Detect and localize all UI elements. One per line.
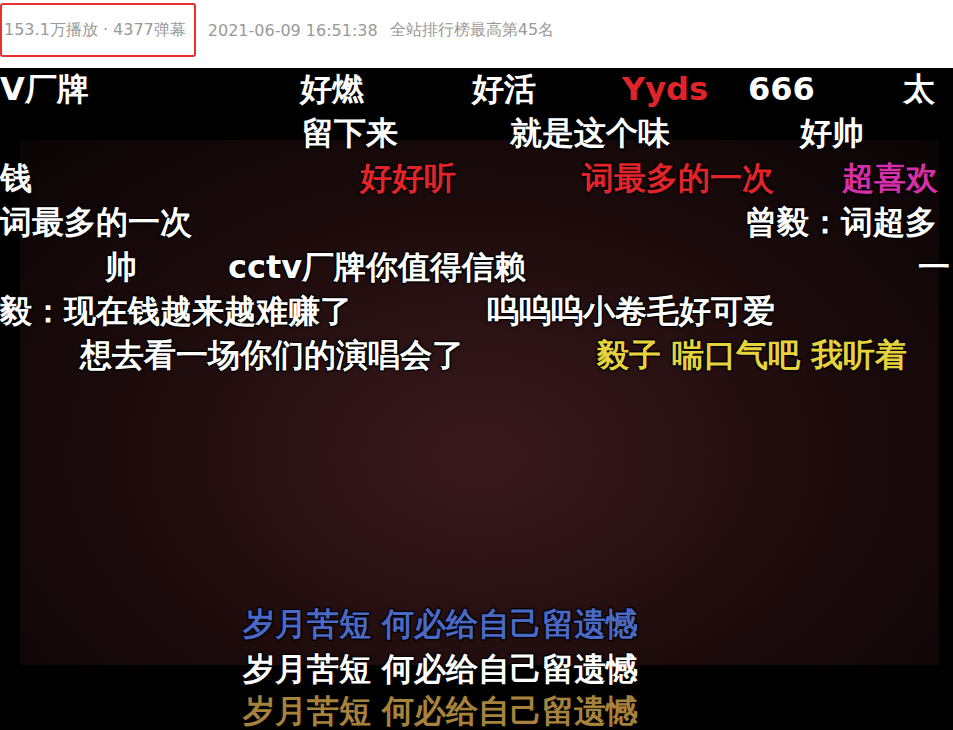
danmaku: 好燃 — [300, 70, 364, 108]
danmaku: cctv厂牌你值得信赖 — [228, 248, 526, 286]
danmaku: 岁月苦短 何必给自己留遗憾 — [243, 692, 638, 730]
danmaku: 就是这个味 — [510, 114, 670, 152]
stats-box: 153.1万播放 · 4377弹幕 — [0, 3, 196, 57]
play-stats: 153.1万播放 · 4377弹幕 — [4, 20, 186, 41]
danmaku: 呜呜呜小卷毛好可爱 — [487, 292, 775, 330]
danmaku: 好帅 — [800, 114, 864, 152]
video-meta: 153.1万播放 · 4377弹幕 2021-06-09 16:51:38 全站… — [0, 0, 953, 60]
danmaku: 超喜欢 — [842, 159, 938, 197]
danmaku: 帅 — [105, 248, 137, 286]
danmaku: 岁月苦短 何必给自己留遗憾 — [243, 650, 638, 688]
danmaku: 好活 — [472, 70, 536, 108]
danmaku: 想去看一场你们的演唱会了 — [80, 336, 464, 374]
danmaku: Yyds — [622, 70, 708, 108]
danmaku: V厂牌 — [0, 70, 89, 108]
video-player[interactable]: V厂牌好燃好活Yyds666太留下来就是这个味好帅钱好好听词最多的一次超喜欢词最… — [0, 68, 953, 730]
danmaku: 毅子 喘口气吧 我听着 — [597, 336, 907, 374]
danmaku: 一 — [918, 248, 950, 286]
rank-info: 全站排行榜最高第45名 — [390, 20, 554, 41]
danmaku: 钱 — [0, 159, 32, 197]
danmaku: 曾毅：词超多 — [745, 203, 937, 241]
danmaku: 词最多的一次 — [0, 203, 192, 241]
danmaku: 太 — [903, 70, 935, 108]
danmaku: 词最多的一次 — [582, 159, 774, 197]
danmaku: 岁月苦短 何必给自己留遗憾 — [243, 605, 638, 643]
danmaku: 毅：现在钱越来越难赚了 — [0, 292, 352, 330]
publish-time: 2021-06-09 16:51:38 — [208, 21, 378, 40]
danmaku: 666 — [748, 70, 815, 108]
danmaku: 留下来 — [302, 114, 398, 152]
danmaku: 好好听 — [360, 159, 456, 197]
